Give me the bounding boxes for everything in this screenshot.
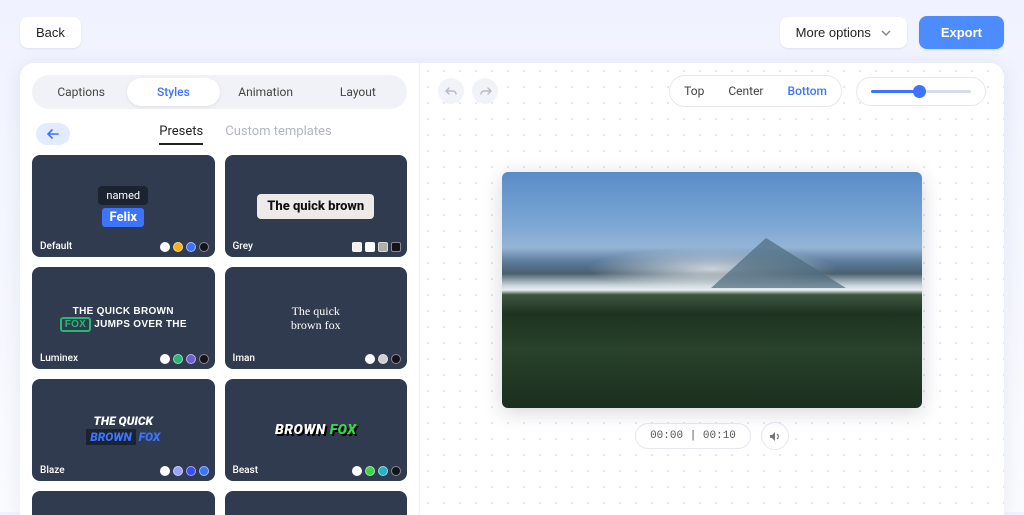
time-display: 00:00 | 00:10 <box>635 423 751 449</box>
preset-swatches <box>160 466 209 476</box>
seg-animation[interactable]: Animation <box>220 78 312 106</box>
preset-swatches <box>160 242 209 252</box>
color-swatch <box>391 466 401 476</box>
segment-control: Captions Styles Animation Layout <box>32 75 407 109</box>
slider-fill <box>871 90 917 93</box>
color-swatch <box>199 354 209 364</box>
mountain-shape <box>711 238 846 288</box>
chevron-down-icon <box>881 28 891 38</box>
time-current: 00:00 <box>650 430 683 442</box>
preset-card-Beast[interactable]: BROWN FOXBeast <box>225 379 408 481</box>
zoom-slider[interactable] <box>856 77 986 106</box>
color-swatch <box>352 242 362 252</box>
preset-swatches <box>160 354 209 364</box>
preview-toolbar: Top Center Bottom <box>420 63 1004 107</box>
pos-center[interactable]: Center <box>716 78 775 104</box>
video-preview[interactable] <box>502 172 922 408</box>
preset-swatches <box>352 466 401 476</box>
seg-layout[interactable]: Layout <box>312 78 404 106</box>
back-arrow-button[interactable] <box>36 123 70 145</box>
color-swatch <box>199 466 209 476</box>
color-swatch <box>378 354 388 364</box>
preset-label: Default <box>40 241 72 252</box>
main-panel: Captions Styles Animation Layout Presets… <box>20 63 1004 515</box>
undo-button[interactable] <box>438 78 464 104</box>
color-swatch <box>186 466 196 476</box>
more-options-button[interactable]: More options <box>780 17 907 48</box>
color-swatch <box>365 242 375 252</box>
volume-button[interactable] <box>761 422 789 450</box>
color-swatch <box>173 354 183 364</box>
color-swatch <box>365 466 375 476</box>
redo-button[interactable] <box>472 78 498 104</box>
preset-card-Default[interactable]: namedFelixDefault <box>32 155 215 257</box>
seg-styles[interactable]: Styles <box>127 78 219 106</box>
color-swatch <box>391 242 401 252</box>
sub-header: Presets Custom templates <box>20 115 419 155</box>
preset-card-Blaze[interactable]: THE QUICKBROWN FOXBlaze <box>32 379 215 481</box>
preset-card-Luminex[interactable]: THE QUICK BROWNFOX JUMPS OVER THELuminex <box>32 267 215 369</box>
history-buttons <box>438 78 498 104</box>
preset-label: Grey <box>233 241 253 252</box>
color-swatch <box>352 466 362 476</box>
color-swatch <box>160 242 170 252</box>
subtab-custom[interactable]: Custom templates <box>225 124 331 145</box>
topbar-right: More options Export <box>780 16 1004 49</box>
slider-track <box>871 90 971 93</box>
preset-label: Iman <box>233 353 256 364</box>
preset-label: Beast <box>233 465 259 476</box>
preset-card-Grey[interactable]: The quick brownGrey <box>225 155 408 257</box>
pos-top[interactable]: Top <box>672 78 716 104</box>
color-swatch <box>378 466 388 476</box>
playback-controls: 00:00 | 00:10 <box>635 422 789 450</box>
preset-swatches <box>352 242 401 252</box>
topbar: Back More options Export <box>0 0 1024 63</box>
color-swatch <box>391 354 401 364</box>
export-button[interactable]: Export <box>919 16 1004 49</box>
color-swatch <box>186 354 196 364</box>
preset-label: Luminex <box>40 353 78 364</box>
slider-thumb[interactable] <box>913 85 926 98</box>
preset-card-Iman[interactable]: The quickbrown foxIman <box>225 267 408 369</box>
color-swatch <box>173 466 183 476</box>
preset-card-6[interactable]: THE QUICKBROWN FOX <box>32 491 215 515</box>
position-group: Top Center Bottom <box>669 75 842 107</box>
undo-icon <box>445 85 458 98</box>
preset-label: Blaze <box>40 465 65 476</box>
arrow-left-icon <box>47 129 59 139</box>
sub-tabs: Presets Custom templates <box>88 124 403 145</box>
color-swatch <box>160 354 170 364</box>
segment-wrap: Captions Styles Animation Layout <box>20 63 419 115</box>
color-swatch <box>160 466 170 476</box>
color-swatch <box>199 242 209 252</box>
redo-icon <box>479 85 492 98</box>
subtab-presets[interactable]: Presets <box>159 124 203 145</box>
left-panel: Captions Styles Animation Layout Presets… <box>20 63 420 515</box>
volume-icon <box>768 430 781 443</box>
right-panel: Top Center Bottom 00:00 | 00:10 <box>420 63 1004 515</box>
presets-grid: namedFelixDefaultThe quick brownGreyTHE … <box>20 155 419 515</box>
more-options-label: More options <box>796 25 871 40</box>
preset-card-7[interactable]: THE QUICK BROWN <box>225 491 408 515</box>
back-button[interactable]: Back <box>20 17 81 48</box>
color-swatch <box>173 242 183 252</box>
color-swatch <box>186 242 196 252</box>
pos-bottom[interactable]: Bottom <box>776 78 840 104</box>
preset-swatches <box>365 354 401 364</box>
seg-captions[interactable]: Captions <box>35 78 127 106</box>
color-swatch <box>378 242 388 252</box>
canvas-area: 00:00 | 00:10 <box>420 107 1004 515</box>
time-total: 00:10 <box>703 430 736 442</box>
color-swatch <box>365 354 375 364</box>
